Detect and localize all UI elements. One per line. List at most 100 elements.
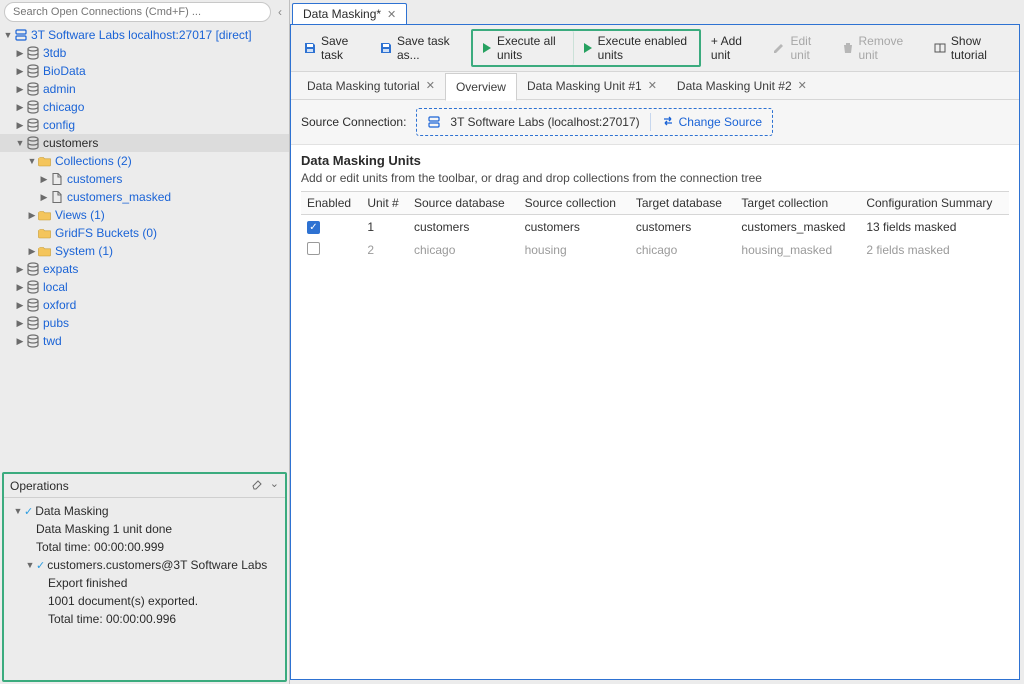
col-src-db[interactable]: Source database [408, 192, 519, 215]
book-icon [933, 41, 947, 55]
play-icon [580, 41, 594, 55]
col-summary[interactable]: Configuration Summary [860, 192, 1009, 215]
tree-label: GridFS Buckets (0) [55, 226, 157, 240]
close-icon[interactable]: ✕ [426, 79, 435, 92]
subtab-unit-2[interactable]: Data Masking Unit #2✕ [667, 73, 817, 99]
tree-label: customers_masked [67, 190, 171, 204]
op-line: Data Masking 1 unit done [8, 520, 281, 538]
tree-label: oxford [43, 298, 76, 312]
execute-all-units-button[interactable]: Execute all units [473, 31, 574, 65]
tree-db[interactable]: ▶pubs [0, 314, 289, 332]
op-line: 1001 document(s) exported. [8, 592, 281, 610]
tree-connection-root[interactable]: ▼ 3T Software Labs localhost:27017 [dire… [0, 26, 289, 44]
units-table: Enabled Unit # Source database Source co… [301, 191, 1009, 262]
remove-unit-button: Remove unit [835, 31, 919, 65]
col-tgt-coll[interactable]: Target collection [735, 192, 860, 215]
col-enabled[interactable]: Enabled [301, 192, 361, 215]
table-row[interactable]: ✓ 1 customers customers customers custom… [301, 215, 1009, 239]
tree-db[interactable]: ▶twd [0, 332, 289, 350]
col-src-coll[interactable]: Source collection [519, 192, 630, 215]
main-pane: Data Masking* ✕ Save task Save task as..… [290, 0, 1024, 684]
database-icon [26, 64, 40, 78]
tree-label: chicago [43, 100, 84, 114]
tree-label: customers [67, 172, 122, 186]
server-icon [14, 28, 28, 42]
tree-label: expats [43, 262, 78, 276]
tree-db[interactable]: ▶chicago [0, 98, 289, 116]
units-hint: Add or edit units from the toolbar, or d… [301, 171, 1009, 185]
execute-button-group: Execute all units Execute enabled units [471, 29, 701, 67]
tree-views-folder[interactable]: ▶Views (1) [0, 206, 289, 224]
subtab-overview[interactable]: Overview [445, 73, 517, 101]
database-icon [26, 280, 40, 294]
database-icon [26, 136, 40, 150]
tree-system-folder[interactable]: ▶System (1) [0, 242, 289, 260]
tree-db[interactable]: ▶config [0, 116, 289, 134]
tree-gridfs-folder[interactable]: ▶GridFS Buckets (0) [0, 224, 289, 242]
source-connection-box: 3T Software Labs (localhost:27017) Chang… [416, 108, 773, 136]
editor-tab-data-masking[interactable]: Data Masking* ✕ [292, 3, 407, 24]
tree-db-customers[interactable]: ▼customers [0, 134, 289, 152]
tree-label: System (1) [55, 244, 113, 258]
connection-sidebar: ‹ ▼ 3T Software Labs localhost:27017 [di… [0, 0, 290, 684]
op-child[interactable]: ▼✓customers.customers@3T Software Labs [8, 556, 281, 574]
tree-db[interactable]: ▶3tdb [0, 44, 289, 62]
tree-label: admin [43, 82, 76, 96]
subtab-tutorial[interactable]: Data Masking tutorial✕ [297, 73, 445, 99]
tree-db[interactable]: ▶BioData [0, 62, 289, 80]
tree-db[interactable]: ▶expats [0, 260, 289, 278]
tree-db[interactable]: ▶admin [0, 80, 289, 98]
tree-collections-folder[interactable]: ▼Collections (2) [0, 152, 289, 170]
tree-db[interactable]: ▶oxford [0, 296, 289, 314]
folder-icon [38, 208, 52, 222]
database-icon [26, 46, 40, 60]
col-unit[interactable]: Unit # [361, 192, 408, 215]
source-connection-chip: 3T Software Labs (localhost:27017) [427, 115, 639, 129]
tree-collection[interactable]: ▶customers_masked [0, 188, 289, 206]
save-icon [379, 41, 393, 55]
eraser-icon[interactable] [250, 477, 264, 494]
col-tgt-db[interactable]: Target database [630, 192, 736, 215]
op-line: Export finished [8, 574, 281, 592]
search-input[interactable] [4, 2, 271, 22]
source-connection-label: Source Connection: [301, 115, 406, 129]
tree-collection[interactable]: ▶customers [0, 170, 289, 188]
table-row[interactable]: 2 chicago housing chicago housing_masked… [301, 238, 1009, 262]
enabled-checkbox[interactable] [307, 242, 320, 255]
collapse-sidebar-icon[interactable]: ‹ [275, 5, 285, 19]
editor-tab-label: Data Masking* [303, 7, 381, 21]
save-icon [303, 41, 317, 55]
show-tutorial-button[interactable]: Show tutorial [927, 31, 1013, 65]
close-icon[interactable]: ✕ [798, 79, 807, 92]
database-icon [26, 334, 40, 348]
database-icon [26, 100, 40, 114]
database-icon [26, 118, 40, 132]
database-icon [26, 262, 40, 276]
close-icon[interactable]: ✕ [387, 8, 396, 21]
database-icon [26, 316, 40, 330]
save-task-as-button[interactable]: Save task as... [373, 31, 467, 65]
op-label: customers.customers@3T Software Labs [47, 558, 267, 572]
tree-db[interactable]: ▶local [0, 278, 289, 296]
change-source-button[interactable]: Change Source [661, 114, 762, 131]
tree-label: BioData [43, 64, 86, 78]
subtab-unit-1[interactable]: Data Masking Unit #1✕ [517, 73, 667, 99]
enabled-checkbox[interactable]: ✓ [307, 221, 320, 234]
task-toolbar: Save task Save task as... Execute all un… [291, 25, 1019, 72]
save-task-button[interactable]: Save task [297, 31, 369, 65]
subtab-bar: Data Masking tutorial✕ Overview Data Mas… [291, 72, 1019, 100]
op-root[interactable]: ▼✓Data Masking [8, 502, 281, 520]
tree-label: Views (1) [55, 208, 105, 222]
close-icon[interactable]: ✕ [648, 79, 657, 92]
execute-enabled-units-button[interactable]: Execute enabled units [574, 31, 699, 65]
op-line: Total time: 00:00:00.996 [8, 610, 281, 628]
tree-label: Collections (2) [55, 154, 132, 168]
add-unit-button[interactable]: + Add unit [705, 31, 763, 65]
units-title: Data Masking Units [301, 153, 1009, 168]
source-connection-row: Source Connection: 3T Software Labs (loc… [291, 100, 1019, 145]
tree-label: config [43, 118, 75, 132]
swap-icon [661, 114, 675, 131]
document-icon [50, 172, 64, 186]
chevron-down-icon[interactable]: ⌄ [270, 477, 279, 494]
units-section: Data Masking Units Add or edit units fro… [291, 145, 1019, 270]
